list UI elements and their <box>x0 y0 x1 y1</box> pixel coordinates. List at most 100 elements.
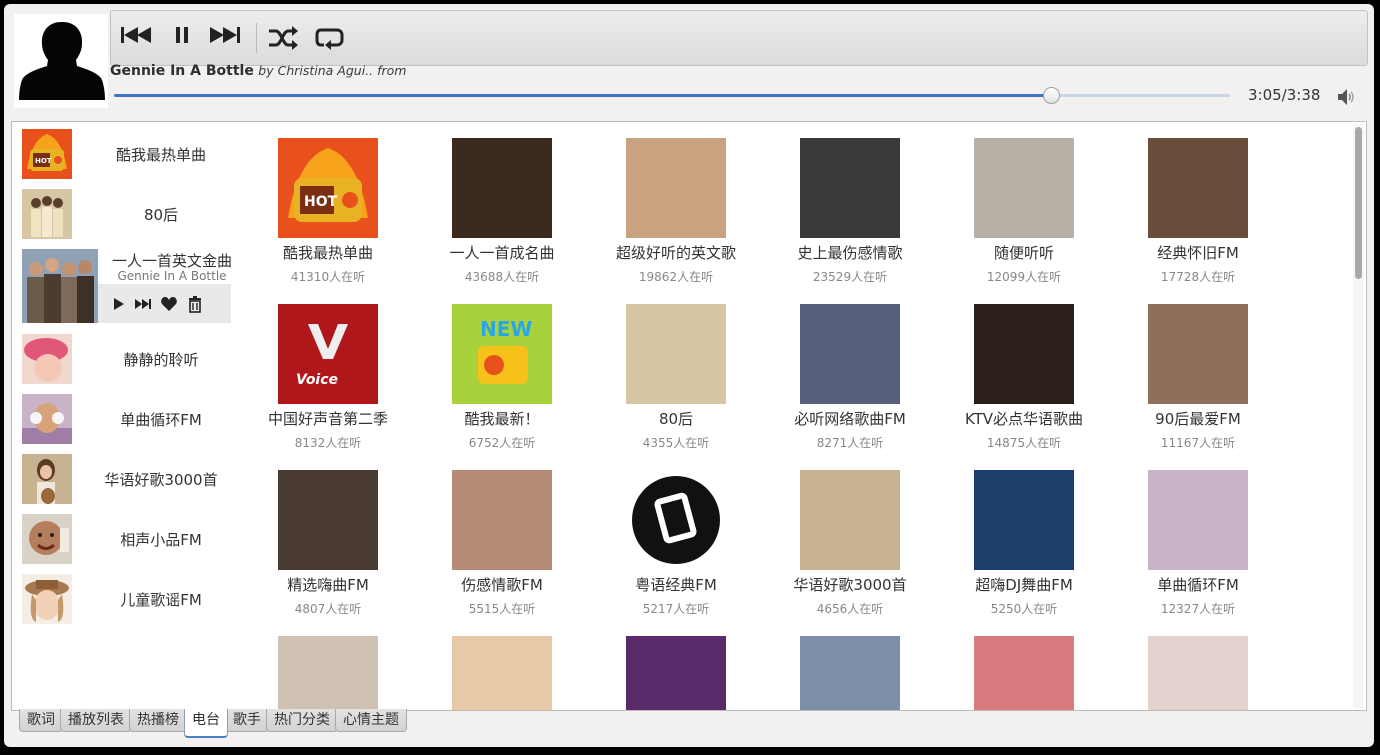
station-cover <box>974 470 1074 570</box>
recent-station-item[interactable]: 华语好歌3000首 <box>22 454 235 504</box>
station-thumbnail <box>22 394 72 444</box>
station-cover <box>278 636 378 710</box>
svg-text:Voice: Voice <box>296 372 338 388</box>
station-cover <box>974 304 1074 404</box>
listener-count: 19862人在听 <box>638 270 714 284</box>
station-controls <box>98 284 231 323</box>
station-cover <box>452 470 552 570</box>
tab-0[interactable]: 歌词 <box>19 709 63 732</box>
station-card[interactable]: 华语好歌3000首 4656人在听 <box>770 470 930 620</box>
station-thumbnail <box>22 189 72 239</box>
trash-icon[interactable] <box>186 295 204 313</box>
station-name: 史上最伤感情歌 <box>797 244 903 262</box>
station-card[interactable]: 经典怀旧FM 17728人在听 <box>1118 138 1278 288</box>
listener-count: 5217人在听 <box>642 602 710 616</box>
recent-station-item[interactable]: 80后 <box>22 189 235 239</box>
station-card[interactable]: 精选嗨曲FM 4807人在听 <box>248 470 408 620</box>
station-card[interactable] <box>1118 636 1278 710</box>
repeat-button[interactable] <box>313 24 347 52</box>
listener-count: 5250人在听 <box>990 602 1058 616</box>
station-card[interactable]: 单曲循环FM 12327人在听 <box>1118 470 1278 620</box>
heart-icon[interactable] <box>160 295 178 313</box>
recent-station-item[interactable]: 单曲循环FM <box>22 394 235 444</box>
svg-text:NEW: NEW <box>480 317 532 341</box>
station-card[interactable]: 粤语经典FM 5217人在听 <box>596 470 756 620</box>
next-button[interactable] <box>208 24 242 52</box>
song-title: Gennie In A Bottle <box>110 63 254 79</box>
station-name: 随便听听 <box>993 244 1054 262</box>
station-cover: HOT <box>278 138 378 238</box>
station-cover <box>800 636 900 710</box>
recent-station-item[interactable]: 静静的聆听 <box>22 334 235 384</box>
recent-station-name: 一人一首英文金曲 <box>111 252 232 270</box>
station-name: 伤感情歌FM <box>461 576 543 594</box>
station-cover: NEW <box>452 304 552 404</box>
listener-count: 41310人在听 <box>290 270 366 284</box>
pause-button[interactable] <box>165 24 199 52</box>
recent-station-item[interactable]: 一人一首英文金曲 Gennie In A Bottle <box>22 249 235 323</box>
previous-button[interactable] <box>119 24 153 52</box>
station-card[interactable]: 超嗨DJ舞曲FM 5250人在听 <box>944 470 1104 620</box>
recent-station-name: 单曲循环FM <box>120 411 202 429</box>
station-card[interactable]: 80后 4355人在听 <box>596 304 756 454</box>
station-card[interactable] <box>944 636 1104 710</box>
recent-station-item[interactable]: 儿童歌谣FM <box>22 574 235 624</box>
recent-station-item[interactable]: 相声小品FM <box>22 514 235 564</box>
station-cover <box>626 636 726 710</box>
station-cover <box>800 304 900 404</box>
station-name: 中国好声音第二季 <box>267 410 388 428</box>
person-silhouette-icon <box>19 22 105 100</box>
station-name: 酷我最新！ <box>464 410 540 428</box>
station-cover <box>1148 636 1248 710</box>
listener-count: 12099人在听 <box>986 270 1062 284</box>
repeat-icon <box>315 28 344 50</box>
station-name: 一人一首成名曲 <box>449 244 555 262</box>
listener-count: 8132人在听 <box>294 436 362 450</box>
tab-4[interactable]: 歌手 <box>225 709 269 732</box>
station-cover <box>974 138 1074 238</box>
station-card[interactable]: 超级好听的英文歌 19862人在听 <box>596 138 756 288</box>
volume-button[interactable] <box>1335 86 1357 108</box>
scrollbar-thumb[interactable] <box>1355 127 1362 279</box>
listener-count: 8271人在听 <box>816 436 884 450</box>
recent-station-item[interactable]: HOT 酷我最热单曲 <box>22 129 235 179</box>
tab-6[interactable]: 心情主题 <box>335 709 407 732</box>
station-card[interactable]: NEW 酷我最新！ 6752人在听 <box>422 304 582 454</box>
station-card[interactable] <box>248 636 408 710</box>
seek-bar-handle[interactable] <box>1043 87 1061 104</box>
listener-count: 14875人在听 <box>986 436 1062 450</box>
song-artist-meta: by Christina Agui.. from <box>258 63 407 78</box>
listener-count: 43688人在听 <box>464 270 540 284</box>
toolbar-separator <box>256 23 257 53</box>
recent-station-name: 80后 <box>143 206 179 224</box>
vertical-scrollbar[interactable] <box>1353 124 1364 708</box>
shuffle-button[interactable] <box>266 24 300 52</box>
play-icon[interactable] <box>110 295 128 313</box>
tab-5[interactable]: 热门分类 <box>266 709 338 732</box>
station-card[interactable]: Voice 中国好声音第二季 8132人在听 <box>248 304 408 454</box>
station-name: 80后 <box>658 410 694 428</box>
next-icon[interactable] <box>134 295 152 313</box>
station-card[interactable]: 伤感情歌FM 5515人在听 <box>422 470 582 620</box>
listener-count: 11167人在听 <box>1160 436 1236 450</box>
station-name: 精选嗨曲FM <box>287 576 369 594</box>
seek-bar[interactable] <box>114 87 1230 104</box>
station-card[interactable]: 必听网络歌曲FM 8271人在听 <box>770 304 930 454</box>
station-card[interactable]: 一人一首成名曲 43688人在听 <box>422 138 582 288</box>
station-card[interactable]: HOT 酷我最热单曲 41310人在听 <box>248 138 408 288</box>
tab-2[interactable]: 热播榜 <box>129 709 187 732</box>
station-cover: Voice <box>278 304 378 404</box>
tab-3[interactable]: 电台 <box>184 709 228 738</box>
station-card[interactable]: 90后最爱FM 11167人在听 <box>1118 304 1278 454</box>
listener-count: 6752人在听 <box>468 436 536 450</box>
station-card[interactable] <box>422 636 582 710</box>
station-thumbnail <box>22 454 72 504</box>
station-card[interactable]: 史上最伤感情歌 23529人在听 <box>770 138 930 288</box>
tab-1[interactable]: 播放列表 <box>60 709 132 732</box>
station-card[interactable] <box>596 636 756 710</box>
recent-station-name: 儿童歌谣FM <box>120 591 202 609</box>
station-card[interactable] <box>770 636 930 710</box>
seek-bar-fill <box>114 94 1052 97</box>
station-card[interactable]: 随便听听 12099人在听 <box>944 138 1104 288</box>
station-card[interactable]: KTV必点华语歌曲 14875人在听 <box>944 304 1104 454</box>
